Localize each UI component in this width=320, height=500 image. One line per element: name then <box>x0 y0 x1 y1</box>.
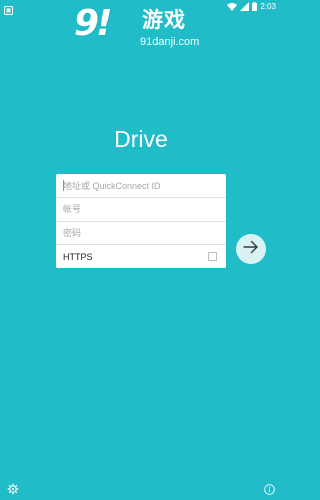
watermark-brand-text: 游戏 <box>142 8 186 32</box>
https-checkbox[interactable] <box>208 252 217 261</box>
login-form: HTTPS <box>56 174 226 268</box>
arrow-right-icon <box>243 240 259 259</box>
wifi-icon <box>227 2 238 11</box>
https-row[interactable]: HTTPS <box>56 244 226 268</box>
password-row <box>56 221 226 244</box>
watermark-url: 91danji.com <box>140 36 200 48</box>
password-input[interactable] <box>56 222 226 244</box>
login-go-button[interactable] <box>236 234 266 264</box>
battery-icon <box>252 2 258 11</box>
gear-icon[interactable] <box>7 482 19 495</box>
account-input[interactable] <box>56 198 226 220</box>
watermark-logo-number: 9! <box>74 3 113 44</box>
app-title: Drive <box>114 126 168 152</box>
https-label: HTTPS <box>63 252 93 262</box>
status-time: 2:03 <box>260 2 276 11</box>
address-row <box>56 174 226 197</box>
info-icon[interactable] <box>264 482 275 495</box>
signal-icon <box>240 2 250 11</box>
address-input[interactable] <box>56 174 226 197</box>
watermark-logo: 9! 游戏 91danji.com <box>72 2 212 52</box>
text-cursor <box>63 180 64 191</box>
android-notification-icon <box>4 2 13 15</box>
status-icons: 2:03 <box>227 1 276 12</box>
account-row <box>56 197 226 220</box>
